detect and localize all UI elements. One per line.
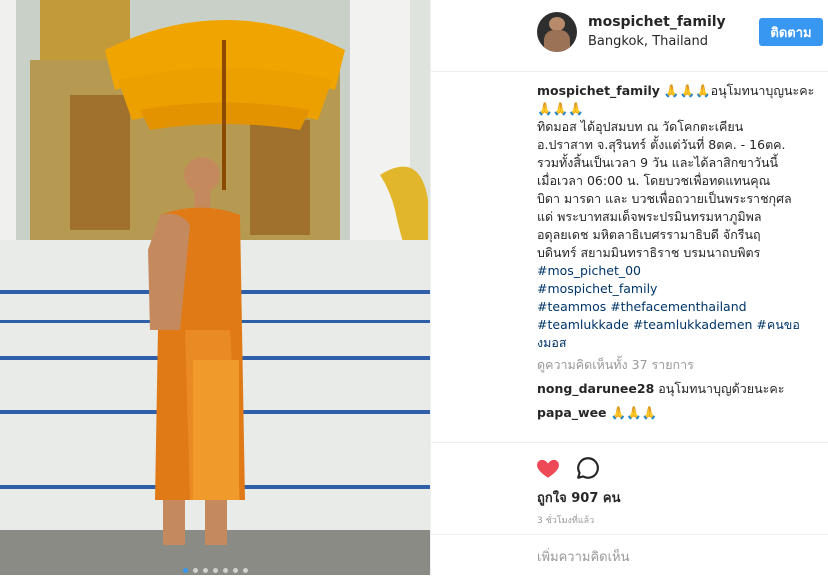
comment-text: 🙏🙏🙏 [610,405,658,420]
hashtag-link[interactable]: #teammos #thefacementhailand [537,298,821,316]
avatar-torso-shape [544,30,570,52]
caption-first-line: mospichet_family 🙏🙏🙏อนุโมทนาบุญนะคะ [537,82,821,100]
comment-username[interactable]: papa_wee [537,405,607,420]
avatar-head-shape [549,17,565,31]
header-location[interactable]: Bangkok, Thailand [588,34,708,49]
caption-text-line: เมื่อเวลา 06:00 น. โดยบวชเพื่อทดแทนคุณ [537,173,771,188]
comment-text: อนุโมทนาบุญด้วยนะคะ [658,381,785,396]
post-header: mospichet_family Bangkok, Thailand ติดตา… [431,0,828,72]
carousel-dot [232,568,238,573]
post-photo[interactable] [0,0,430,575]
carousel-indicator [0,568,430,573]
caption-text-line: รวมทั้งสิ้นเป็นเวลา 9 วัน และได้ลาสิกขาว… [537,155,779,170]
carousel-dot [242,568,248,573]
add-comment-input[interactable] [535,545,819,569]
post-sidebar: mospichet_family Bangkok, Thailand ติดตา… [430,0,828,575]
comments-section: mospichet_family 🙏🙏🙏อนุโมทนาบุญนะคะ 🙏🙏🙏 … [537,82,821,442]
caption-text-line: บิดา มารดา และ บวชเพื่อถวายเป็นพระราชกุศ… [537,191,792,206]
caption-text-line: ทิดมอส ได้อุปสมบท ณ วัดโคกตะเคียน [537,119,744,134]
carousel-dot [222,568,228,573]
caption-text-line: อ.ปราสาท จ.สุรินทร์ ตั้งแต่วันที่ 8ตค. -… [537,137,786,152]
carousel-dot [182,568,188,573]
carousel-dot [202,568,208,573]
view-all-comments-link[interactable]: ดูความคิดเห็นทั้ง 37 รายการ [537,356,821,374]
likes-count[interactable]: ถูกใจ 907 คน [537,487,620,508]
monk-photo-illustration [0,0,430,575]
post-timestamp: 3 ชั่วโมงที่แล้ว [537,516,595,526]
comment-username[interactable]: nong_darunee28 [537,381,654,396]
avatar[interactable] [537,12,577,52]
header-username[interactable]: mospichet_family [588,14,726,30]
comment-bubble-icon[interactable] [575,455,601,481]
comment: papa_wee 🙏🙏🙏 [537,404,821,422]
hashtag-link[interactable]: #mospichet_family [537,280,821,298]
comment: nong_darunee28 อนุโมทนาบุญด้วยนะคะ [537,380,821,398]
caption-text-line: แด่ พระบาทสมเด็จพระปรมินทรมหาภูมิพล [537,209,762,224]
add-comment-bar [431,534,828,576]
carousel-dot [212,568,218,573]
hashtag-link[interactable]: งมอส [537,334,821,352]
follow-button[interactable]: ติดตาม [759,18,823,46]
caption-text-line: อดุลยเดช มหิตลาธิเบศรรามาธิบดี จักรีนฤ [537,227,761,242]
carousel-dot [192,568,198,573]
caption-username[interactable]: mospichet_family [537,83,660,98]
post-actions: ถูกใจ 907 คน 3 ชั่วโมงที่แล้ว [431,442,828,526]
caption-text-line: 🙏🙏🙏 [537,101,584,116]
hashtag-link[interactable]: #teamlukkade #teamlukkademen #คนขอ [537,316,821,334]
caption-text-line: บดินทร์ สยามมินทราธิราช บรมนาถบพิตร [537,245,761,260]
caption-text-line: 🙏🙏🙏อนุโมทนาบุญนะคะ [663,83,815,98]
heart-icon[interactable] [535,455,561,481]
hashtag-link[interactable]: #mos_pichet_00 [537,262,821,280]
